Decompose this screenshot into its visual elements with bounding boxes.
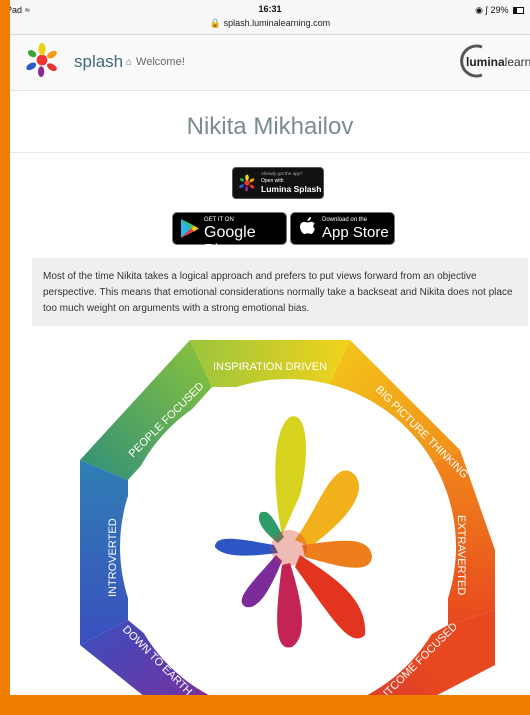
profile-description: Most of the time Nikita takes a logical … — [32, 258, 528, 326]
logo-learning: learning — [504, 55, 530, 69]
logo-lumina: lumina — [466, 55, 505, 69]
google-play-label: Google Play — [204, 224, 256, 259]
splash-logo-icon[interactable] — [24, 42, 60, 78]
open-with-splash-button[interactable]: Already got the app? Open with Lumina Sp… — [232, 167, 324, 199]
splash-app-icon — [239, 174, 255, 192]
welcome-link[interactable]: ⌂ Welcome! — [126, 56, 185, 68]
welcome-text: Welcome! — [136, 56, 185, 68]
lumina-spectrum-wheel: INSPIRATION DRIVEN BIG PICTURE THINKING … — [80, 340, 495, 695]
site-header: splash ⌂Welcome! luminalearning — [10, 35, 530, 91]
battery-percent: 29% — [490, 5, 509, 15]
status-bar: iPad≈ 16:31 🔒 splash.luminalearning.com … — [10, 0, 530, 35]
open-badge-line1: Already got the app? — [261, 171, 303, 176]
home-icon: ⌂ — [126, 57, 133, 68]
url-text: splash.luminalearning.com — [223, 18, 331, 28]
divider — [10, 152, 530, 153]
browser-screen: iPad≈ 16:31 🔒 splash.luminalearning.com … — [10, 0, 530, 695]
open-badge-line3: Lumina Splash — [261, 184, 322, 194]
app-store-button[interactable]: Download on the App Store — [290, 212, 395, 245]
google-play-icon — [181, 219, 199, 238]
status-right: ◉ ∫ 29% — [475, 5, 524, 16]
orientation-lock-icon: ◉ — [475, 5, 483, 15]
address-bar[interactable]: 🔒 splash.luminalearning.com — [10, 18, 530, 29]
brand-name[interactable]: splash — [74, 52, 123, 72]
label-right: EXTRAVERTED — [455, 515, 467, 595]
apple-icon — [300, 217, 315, 234]
app-store-label: App Store — [322, 224, 389, 241]
clock: 16:31 — [258, 4, 282, 14]
google-play-pre: GET IT ON — [204, 217, 234, 223]
battery-icon — [513, 7, 524, 15]
bluetooth-icon: ∫ — [485, 5, 488, 15]
lumina-learning-logo[interactable]: luminalearning — [466, 55, 530, 69]
profile-name: Nikita Mikhailov — [186, 113, 354, 140]
label-top: INSPIRATION DRIVEN — [213, 361, 327, 373]
app-store-pre: Download on the — [322, 217, 368, 223]
google-play-button[interactable]: GET IT ON Google Play — [172, 212, 287, 259]
label-left: INTROVERTED — [107, 518, 119, 597]
